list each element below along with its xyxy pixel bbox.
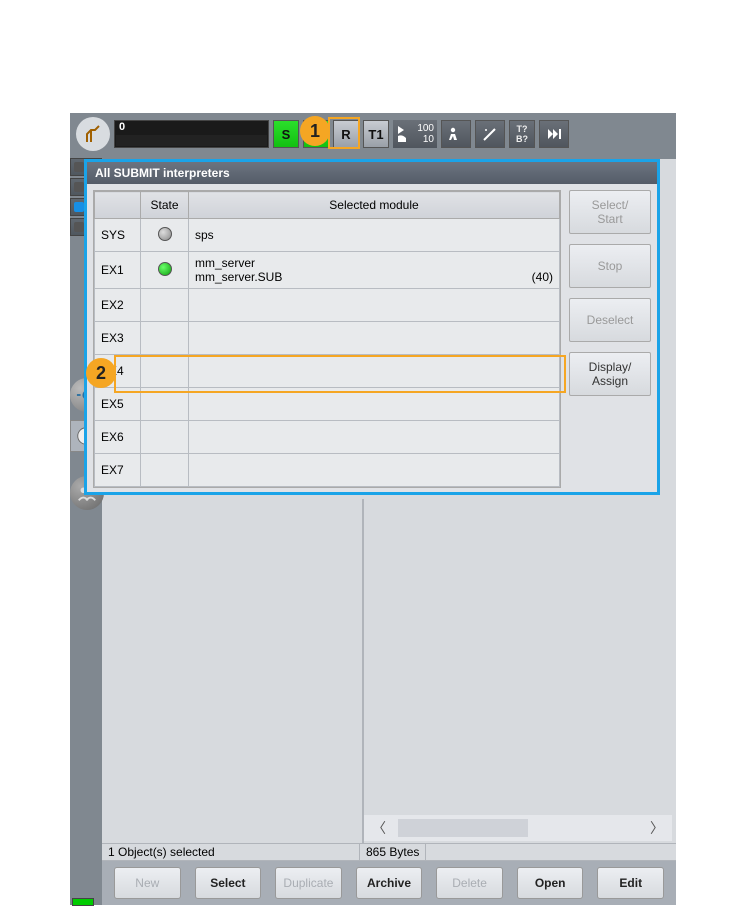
- interpreter-table: State Selected module SYS sps EX1 mm_server…: [93, 190, 561, 488]
- row-state: [141, 421, 189, 454]
- scroll-right-icon[interactable]: 〉: [642, 816, 672, 840]
- table-row[interactable]: EX3: [95, 322, 560, 355]
- table-row[interactable]: EX2: [95, 289, 560, 322]
- row-state: [141, 388, 189, 421]
- row-state: [141, 219, 189, 252]
- top-status-bar: 0 S I R T1 100 10 T? B?: [70, 113, 676, 155]
- horizontal-scrollbar[interactable]: 〈 〉: [364, 815, 672, 841]
- row-module: [189, 421, 560, 454]
- row-id: EX2: [95, 289, 141, 322]
- scroll-left-icon[interactable]: 〈: [364, 816, 394, 840]
- deselect-button[interactable]: Deselect: [569, 298, 651, 342]
- status-selected: 1 Object(s) selected: [102, 844, 360, 860]
- tb-indicator[interactable]: T? B?: [509, 120, 535, 148]
- duplicate-button[interactable]: Duplicate: [275, 867, 342, 899]
- row-module: [189, 322, 560, 355]
- status-r-button[interactable]: R: [333, 120, 359, 148]
- display-assign-button[interactable]: Display/ Assign: [569, 352, 651, 396]
- row-state: [141, 454, 189, 487]
- run-mode-icon[interactable]: [441, 120, 471, 148]
- row-module: [189, 289, 560, 322]
- col-blank: [95, 192, 141, 219]
- speed-indicator[interactable]: 100 10: [393, 120, 437, 148]
- row-module: [189, 454, 560, 487]
- select-button[interactable]: Select: [195, 867, 262, 899]
- state-led-icon: [158, 227, 172, 241]
- progress-box: 0: [114, 120, 269, 148]
- speed-top: 100: [417, 123, 434, 134]
- callout-1: 1: [300, 116, 330, 146]
- row-id: EX6: [95, 421, 141, 454]
- progress-bar: [116, 135, 267, 146]
- row-id: EX5: [95, 388, 141, 421]
- pane-divider[interactable]: [362, 499, 364, 843]
- select-start-button[interactable]: Select/ Start: [569, 190, 651, 234]
- row-state: [141, 289, 189, 322]
- battery-icon: [72, 898, 94, 906]
- panel-side-buttons: Select/ Start Stop Deselect Display/ Ass…: [569, 190, 651, 488]
- table-row[interactable]: EX7: [95, 454, 560, 487]
- skip-end-icon[interactable]: [539, 120, 569, 148]
- progress-value: 0: [115, 121, 268, 134]
- status-row: 1 Object(s) selected 865 Bytes: [102, 843, 676, 861]
- hand-play-icon: [396, 124, 410, 145]
- wand-icon[interactable]: [475, 120, 505, 148]
- status-t1-button[interactable]: T1: [363, 120, 389, 148]
- open-button[interactable]: Open: [517, 867, 584, 899]
- row-id: SYS: [95, 219, 141, 252]
- status-bytes: 865 Bytes: [360, 844, 426, 860]
- scroll-thumb[interactable]: [398, 819, 528, 837]
- callout-2: 2: [86, 358, 116, 388]
- row-module: [189, 355, 560, 388]
- state-led-icon: [158, 262, 172, 276]
- row-state: [141, 322, 189, 355]
- panel-title: All SUBMIT interpreters: [87, 162, 657, 184]
- speed-bot: 10: [423, 134, 434, 145]
- row-module: [189, 388, 560, 421]
- table-row[interactable]: EX6: [95, 421, 560, 454]
- table-row[interactable]: EX4: [95, 355, 560, 388]
- bottom-toolbar: New Select Duplicate Archive Delete Open…: [102, 861, 676, 905]
- table-row[interactable]: SYS sps: [95, 219, 560, 252]
- submit-interpreters-panel: All SUBMIT interpreters State Selected m…: [84, 159, 660, 495]
- archive-button[interactable]: Archive: [356, 867, 423, 899]
- table-row[interactable]: EX5: [95, 388, 560, 421]
- row-id: EX7: [95, 454, 141, 487]
- col-state: State: [141, 192, 189, 219]
- app-window: 0 S I R T1 100 10 T? B? 〈: [70, 113, 676, 905]
- delete-button[interactable]: Delete: [436, 867, 503, 899]
- new-button[interactable]: New: [114, 867, 181, 899]
- edit-button[interactable]: Edit: [597, 867, 664, 899]
- robot-icon[interactable]: [76, 117, 110, 151]
- row-module: mm_servermm_server.SUB(40): [189, 252, 560, 289]
- status-s-button[interactable]: S: [273, 120, 299, 148]
- col-module: Selected module: [189, 192, 560, 219]
- table-row[interactable]: EX1 mm_servermm_server.SUB(40): [95, 252, 560, 289]
- row-module: sps: [189, 219, 560, 252]
- row-id: EX1: [95, 252, 141, 289]
- stop-button[interactable]: Stop: [569, 244, 651, 288]
- row-state: [141, 252, 189, 289]
- row-id: EX3: [95, 322, 141, 355]
- row-state: [141, 355, 189, 388]
